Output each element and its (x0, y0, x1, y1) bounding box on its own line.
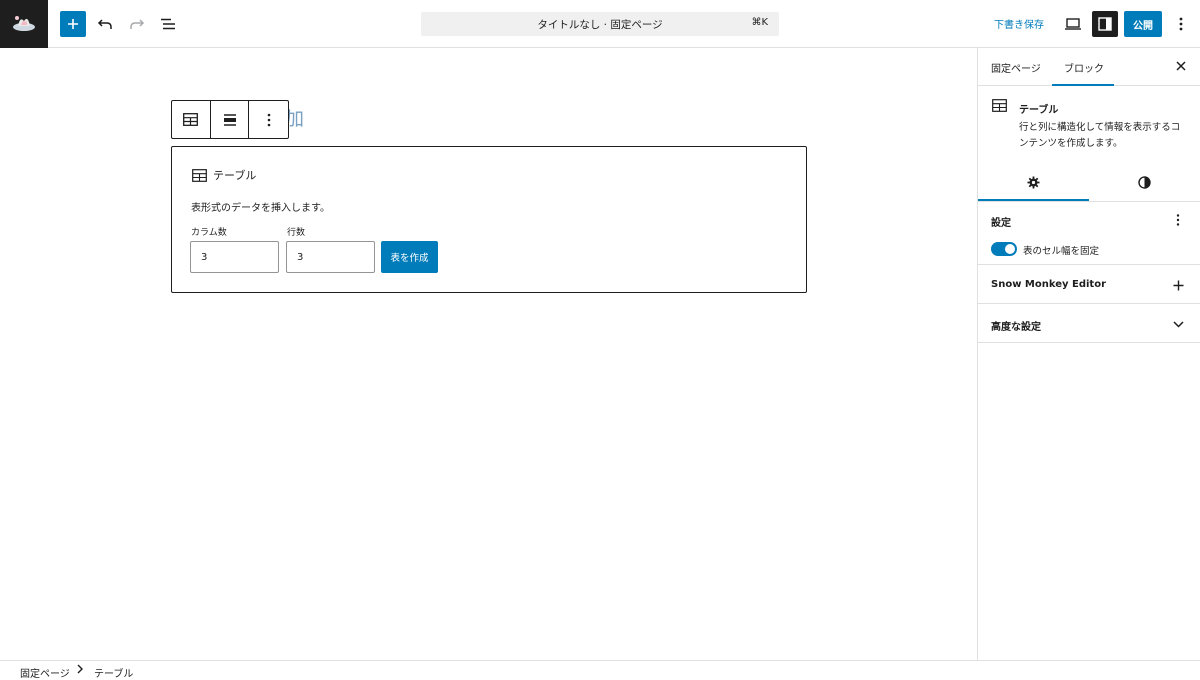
sidebar-icon (1098, 17, 1112, 31)
editor-header: タイトルなし · 固定ページ ⌘K 下書き保存 公開 (0, 0, 1200, 48)
undo-button[interactable] (92, 11, 118, 37)
command-label: タイトルなし · 固定ページ (537, 18, 663, 31)
rows-label: 行数 (287, 228, 306, 238)
toggle-knob (1005, 244, 1015, 254)
command-palette-bar[interactable]: タイトルなし · 固定ページ ⌘K (421, 12, 779, 36)
undo-icon (97, 19, 112, 29)
settings-panel: 設定 表のセル幅を固定 (978, 202, 1200, 265)
redo-button[interactable] (124, 11, 150, 37)
styles-subtab[interactable] (1089, 164, 1200, 200)
placeholder-header: テーブル (192, 167, 256, 183)
settings-panel-title: 設定 (991, 218, 1011, 229)
flower-logo-icon (13, 16, 35, 31)
snow-monkey-panel-title: Snow Monkey Editor (991, 279, 1107, 290)
columns-input[interactable]: 3 (190, 241, 279, 273)
block-toolbar (171, 100, 289, 139)
create-table-button[interactable]: 表を作成 (381, 241, 438, 273)
breadcrumb: 固定ページ テーブル (0, 660, 1200, 680)
block-card-description: 行と列に構造化して情報を表示するコンテンツを作成します。 (1019, 122, 1181, 149)
columns-label: カラム数 (191, 228, 227, 238)
rows-input[interactable]: 3 (286, 241, 375, 273)
close-sidebar-button[interactable] (1173, 58, 1189, 74)
advanced-panel-title: 高度な設定 (991, 322, 1041, 333)
kebab-menu-icon (1176, 214, 1180, 226)
chevron-right-icon (77, 664, 83, 677)
settings-subtab[interactable] (978, 164, 1089, 200)
settings-sidebar-toggle[interactable] (1092, 11, 1118, 37)
block-options-button[interactable] (249, 101, 288, 138)
chevron-down-icon[interactable] (1170, 316, 1186, 332)
table-icon (992, 99, 1007, 115)
tab-block[interactable]: ブロック (1064, 60, 1104, 75)
block-inspector-tabs (978, 164, 1200, 202)
table-icon (192, 168, 207, 182)
shortcut-hint: ⌘K (751, 17, 768, 28)
snow-monkey-panel[interactable]: Snow Monkey Editor (978, 265, 1200, 304)
align-button[interactable] (211, 101, 250, 138)
document-overview-button[interactable] (155, 11, 181, 37)
preview-button[interactable] (1060, 11, 1086, 37)
table-block-placeholder: テーブル 表形式のデータを挿入します。 カラム数 3 行数 3 表を作成 (171, 146, 807, 293)
breadcrumb-table[interactable]: テーブル (94, 665, 133, 680)
kebab-menu-icon (1179, 17, 1183, 31)
gear-icon (1027, 176, 1040, 188)
table-icon (183, 113, 199, 126)
placeholder-description: 表形式のデータを挿入します。 (191, 203, 330, 214)
expand-plus-icon[interactable] (1170, 277, 1186, 293)
add-block-button[interactable] (60, 11, 86, 37)
advanced-panel[interactable]: 高度な設定 (978, 304, 1200, 343)
fixed-width-toggle[interactable] (991, 242, 1017, 256)
laptop-icon (1065, 18, 1081, 30)
placeholder-title: テーブル (213, 169, 257, 182)
breadcrumb-page[interactable]: 固定ページ (20, 665, 70, 680)
align-none-icon (223, 113, 236, 126)
settings-sidebar: 固定ページ ブロック テーブル 行と列に構造化して情報を表示するコンテンツを作成… (977, 48, 1200, 660)
active-subtab-indicator (978, 199, 1089, 201)
publish-button[interactable]: 公開 (1124, 11, 1162, 37)
contrast-icon (1138, 175, 1151, 189)
fixed-width-label: 表のセル幅を固定 (1023, 246, 1100, 257)
redo-icon (130, 19, 145, 29)
plus-icon (68, 19, 78, 29)
close-icon (1176, 61, 1186, 71)
block-card-title: テーブル (1019, 105, 1059, 116)
sidebar-tabs: 固定ページ ブロック (978, 48, 1200, 86)
kebab-menu-icon (267, 113, 270, 126)
list-view-icon (161, 18, 175, 30)
tab-page[interactable]: 固定ページ (991, 60, 1041, 75)
block-type-button[interactable] (172, 101, 211, 138)
editor-canvas: 加 テーブル 表形式のデータを挿入します。 カラム数 3 行数 3 表を作成 (0, 48, 977, 660)
settings-panel-options[interactable] (1170, 212, 1186, 228)
site-logo[interactable] (0, 0, 48, 48)
options-menu-button[interactable] (1168, 11, 1194, 37)
save-draft-button[interactable]: 下書き保存 (994, 16, 1044, 31)
